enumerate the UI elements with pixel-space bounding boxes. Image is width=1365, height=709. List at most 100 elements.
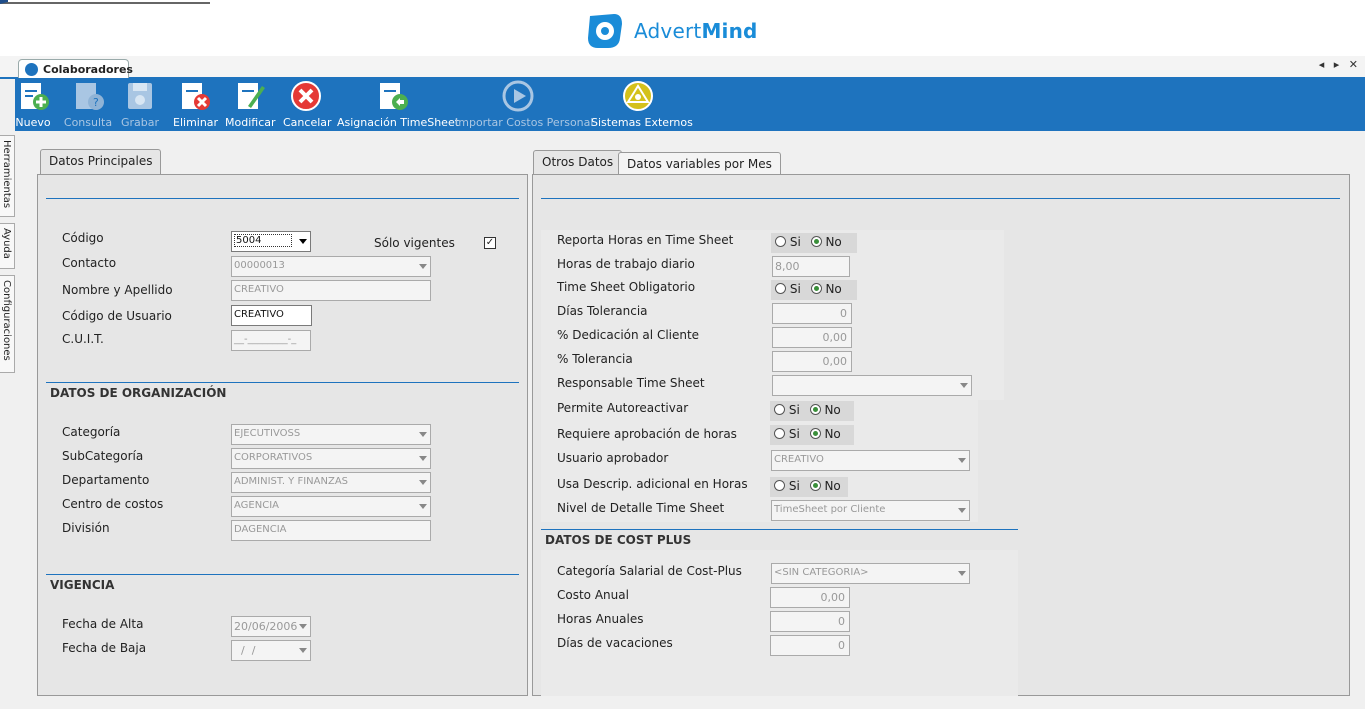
external-systems-icon xyxy=(623,81,653,111)
costplus-section-title: DATOS DE COST PLUS xyxy=(545,533,692,547)
solo-vigentes-label: Sólo vigentes xyxy=(374,236,455,250)
window-title-fragment xyxy=(0,0,210,4)
side-tab-ayuda[interactable]: Ayuda xyxy=(0,223,15,269)
section-divider xyxy=(46,382,519,383)
radio-no[interactable]: No xyxy=(809,479,841,493)
side-tab-herramientas[interactable]: Herramientas xyxy=(0,135,15,217)
responsable-select[interactable] xyxy=(772,375,972,396)
radio-off-icon xyxy=(774,404,785,415)
costo-anual-field[interactable]: 0,00 xyxy=(770,587,850,608)
query-document-icon: ? xyxy=(76,83,104,110)
reporta-horas-radio: Si No xyxy=(771,233,857,253)
radio-si[interactable]: Si xyxy=(775,235,801,249)
asignacion-timesheet-button[interactable]: Asignación TimeSheet xyxy=(337,78,459,131)
radio-si[interactable]: Si xyxy=(775,282,801,296)
dedicacion-field[interactable]: 0,00 xyxy=(772,327,852,348)
descrip-label: Usa Descrip. adicional en Horas xyxy=(557,477,748,491)
departamento-label: Departamento xyxy=(62,473,150,487)
chevron-down-icon xyxy=(958,458,966,463)
radio-no[interactable]: No xyxy=(809,403,841,417)
radio-off-icon xyxy=(774,480,785,491)
nivel-detalle-select[interactable]: TimeSheet por Cliente xyxy=(771,500,970,521)
importar-costos-button[interactable]: Importar Costos Personal xyxy=(455,78,593,131)
aprobador-select[interactable]: CREATIVO xyxy=(771,450,970,471)
centro-costos-label: Centro de costos xyxy=(62,497,164,511)
eliminar-button[interactable]: Eliminar xyxy=(173,78,218,131)
aprobador-label: Usuario aprobador xyxy=(557,451,669,465)
tab-datos-principales[interactable]: Datos Principales xyxy=(40,149,162,175)
dias-vacaciones-label: Días de vacaciones xyxy=(557,636,673,650)
categoria-select[interactable]: EJECUTIVOSS xyxy=(231,424,431,445)
nombre-field[interactable]: CREATIVO xyxy=(231,280,431,301)
side-tab-configuraciones[interactable]: Configuraciones xyxy=(0,275,15,373)
consulta-button[interactable]: ? Consulta xyxy=(63,78,113,131)
tab-label: Colaboradores xyxy=(43,63,133,76)
usuario-label: Código de Usuario xyxy=(62,309,172,323)
fecha-alta-label: Fecha de Alta xyxy=(62,617,144,631)
solo-vigentes-checkbox[interactable]: ✓ xyxy=(484,237,496,249)
chevron-down-icon xyxy=(960,383,968,388)
play-import-icon xyxy=(502,80,534,112)
obligatorio-label: Time Sheet Obligatorio xyxy=(557,280,696,294)
radio-off-icon xyxy=(774,428,785,439)
save-disk-icon xyxy=(128,83,152,109)
codigo-select[interactable]: 5004 xyxy=(231,231,311,252)
division-field[interactable]: DAGENCIA xyxy=(231,520,431,541)
fecha-baja-picker[interactable]: / / xyxy=(231,640,311,661)
delete-document-icon xyxy=(182,83,210,110)
radio-no[interactable]: No xyxy=(809,427,841,441)
chevron-down-icon xyxy=(419,456,427,461)
document-tabstrip: Colaboradores ◂ ▸ ✕ xyxy=(0,56,1365,79)
section-divider xyxy=(46,574,519,575)
horas-diario-field[interactable]: 8,00 xyxy=(772,256,850,277)
dias-tolerancia-field[interactable]: 0 xyxy=(772,303,852,324)
radio-on-icon xyxy=(809,404,821,415)
departamento-select[interactable]: ADMINIST. Y FINANZAS xyxy=(231,472,431,493)
org-section-title: DATOS DE ORGANIZACIÓN xyxy=(50,386,227,400)
obligatorio-radio: Si No xyxy=(771,280,857,300)
modificar-button[interactable]: Modificar xyxy=(225,78,276,131)
chevron-down-icon xyxy=(419,504,427,509)
categoria-salarial-select[interactable]: <SIN CATEGORIA> xyxy=(771,563,970,584)
radio-si[interactable]: Si xyxy=(774,479,800,493)
radio-no[interactable]: No xyxy=(810,235,842,249)
subcategoria-select[interactable]: CORPORATIVOS xyxy=(231,448,431,469)
fecha-alta-picker[interactable]: 20/06/2006 xyxy=(231,616,311,637)
autoreactivar-radio: Si No xyxy=(770,401,854,421)
centro-costos-select[interactable]: AGENCIA xyxy=(231,496,431,517)
contacto-select[interactable]: 00000013 xyxy=(231,256,431,277)
cuit-field[interactable]: __-________-_ xyxy=(231,330,311,351)
descrip-radio: Si No xyxy=(770,477,848,497)
radio-no[interactable]: No xyxy=(810,282,842,296)
horas-anuales-field[interactable]: 0 xyxy=(770,611,850,632)
timesheet-assign-icon xyxy=(380,83,408,110)
radio-si[interactable]: Si xyxy=(774,403,800,417)
tab-datos-variables[interactable]: Datos variables por Mes xyxy=(618,152,781,174)
dias-vacaciones-field[interactable]: 0 xyxy=(770,635,850,656)
grabar-button[interactable]: Grabar xyxy=(121,78,159,131)
tolerancia-label: % Tolerancia xyxy=(557,352,633,366)
codigo-label: Código xyxy=(62,231,104,245)
radio-off-icon xyxy=(775,236,786,247)
nuevo-button[interactable]: Nuevo xyxy=(15,78,51,131)
section-divider xyxy=(541,198,1340,199)
section-divider xyxy=(541,529,1018,530)
usuario-field[interactable]: CREATIVO xyxy=(231,305,312,326)
dedicacion-label: % Dedicación al Cliente xyxy=(557,328,700,342)
cancelar-button[interactable]: Cancelar xyxy=(283,78,332,131)
chevron-down-icon xyxy=(958,508,966,513)
tab-otros-datos[interactable]: Otros Datos xyxy=(533,150,623,176)
aprobacion-label: Requiere aprobación de horas xyxy=(557,427,737,441)
cancel-icon xyxy=(291,81,321,111)
radio-si[interactable]: Si xyxy=(774,427,800,441)
contacto-label: Contacto xyxy=(62,256,117,270)
sistemas-externos-button[interactable]: Sistemas Externos xyxy=(591,78,693,131)
costo-anual-label: Costo Anual xyxy=(557,588,629,602)
horas-anuales-label: Horas Anuales xyxy=(557,612,644,626)
tab-colaboradores[interactable]: Colaboradores xyxy=(18,59,133,79)
tab-navigation-controls[interactable]: ◂ ▸ ✕ xyxy=(1319,58,1361,71)
tolerancia-field[interactable]: 0,00 xyxy=(772,351,852,372)
subcategoria-label: SubCategoría xyxy=(62,449,144,463)
cuit-label: C.U.I.T. xyxy=(62,332,104,346)
side-tabs: Herramientas Ayuda Configuraciones xyxy=(0,131,16,709)
